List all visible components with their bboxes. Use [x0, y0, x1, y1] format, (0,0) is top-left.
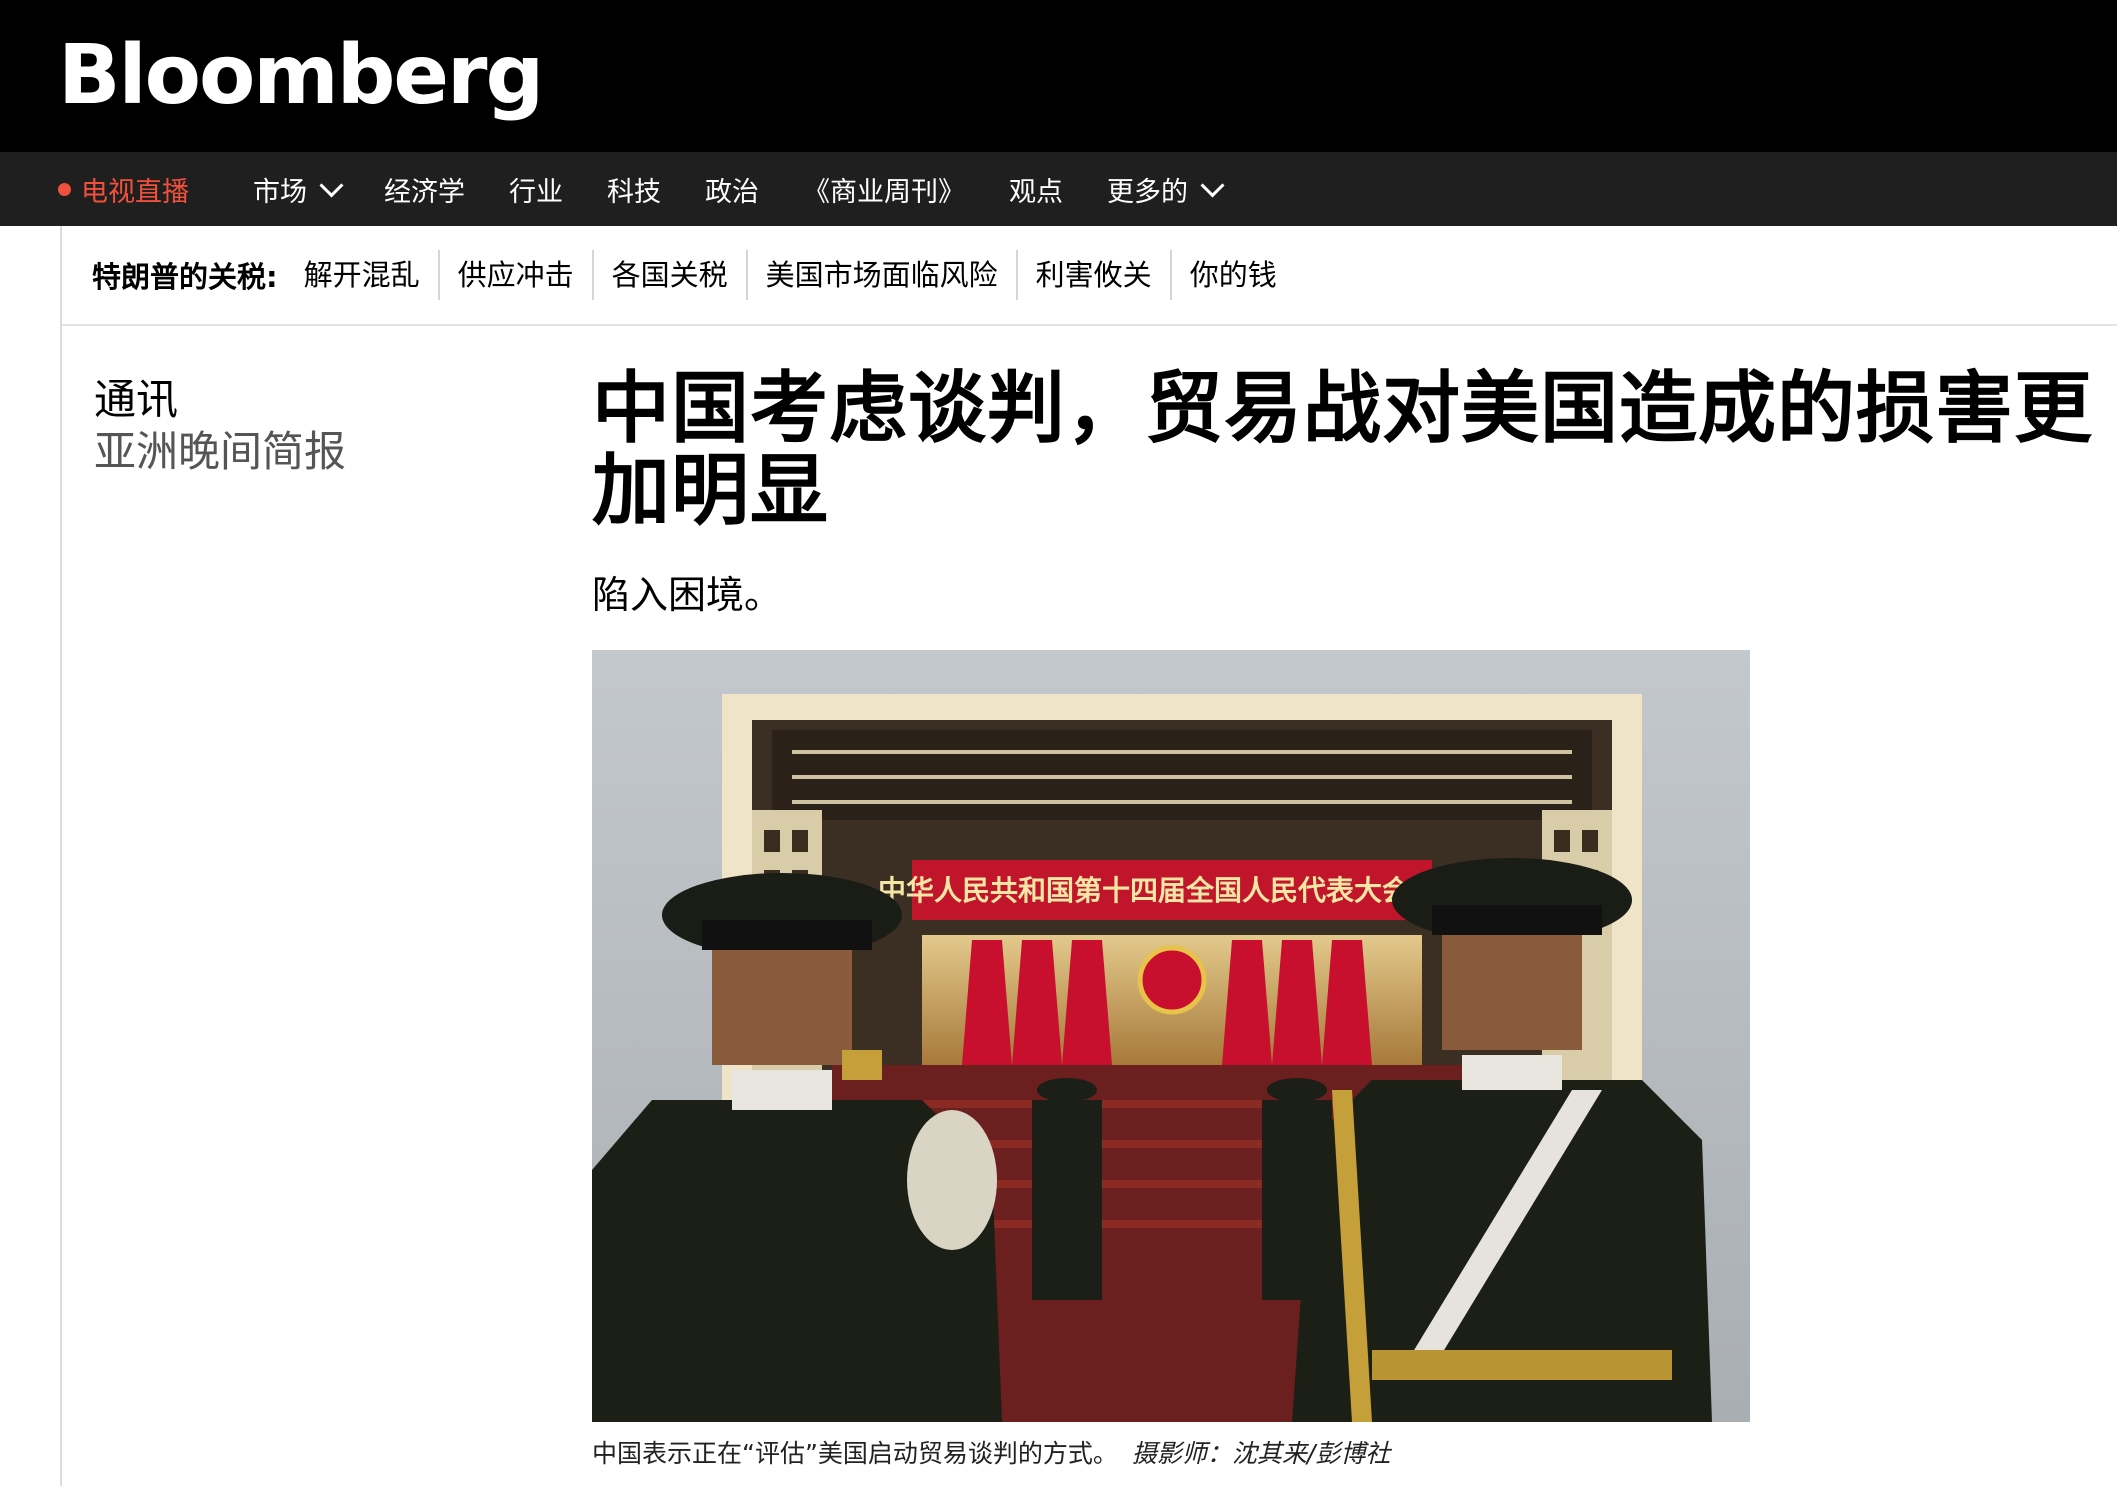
topic-link[interactable]: 解开混乱 [304, 250, 438, 300]
nav-item-label: 更多的 [1107, 176, 1188, 208]
chevron-down-icon [1200, 172, 1225, 198]
article-headline: 中国考虑谈判，贸易战对美国造成的损害更加明显 [592, 364, 2094, 536]
nav-item-businessweek[interactable]: 《商业周刊》 [803, 170, 965, 209]
nav-item-more[interactable]: 更多的 [1107, 170, 1225, 209]
bloomberg-logo[interactable]: Bloomberg [58, 26, 544, 126]
nav-item-label: 《商业周刊》 [803, 176, 965, 208]
article-dek: 陷入困境。 [592, 573, 783, 617]
nav-item-markets[interactable]: 市场 [253, 170, 344, 209]
topic-link[interactable]: 美国市场面临风险 [745, 250, 1016, 300]
lead-photo: 中华人民共和国第十四届全国人民代表大会第三 [592, 650, 1750, 1422]
nav-item-industries[interactable]: 行业 [509, 170, 563, 209]
topic-link[interactable]: 你的钱 [1169, 250, 1295, 300]
nav-item-politics[interactable]: 政治 [705, 170, 759, 209]
chevron-down-icon [319, 172, 344, 198]
photo-caption: 中国表示正在“评估”美国启动贸易谈判的方式。 摄影师：沈其来/彭博社 [592, 1434, 1390, 1470]
live-dot-icon [58, 182, 71, 196]
nav-item-label: 政治 [705, 176, 759, 208]
nav-item-label: 市场 [253, 176, 307, 208]
main-nav: 电视直播 市场 经济学 行业 科技 政治 《商业周刊》 观点 更多的 [0, 152, 2117, 226]
topic-link[interactable]: 各国关税 [591, 250, 746, 300]
photo-credit: 摄影师：沈其来/彭博社 [1131, 1439, 1391, 1468]
nav-item-label: 科技 [607, 176, 661, 208]
nav-item-label: 观点 [1009, 176, 1063, 208]
hall-photo-illustration: 中华人民共和国第十四届全国人民代表大会第三 [592, 650, 1750, 1422]
nav-live-label: 电视直播 [81, 176, 189, 208]
nav-item-tech[interactable]: 科技 [607, 170, 661, 209]
nav-item-label: 行业 [509, 176, 563, 208]
topic-bar: 特朗普的关税: 解开混乱 供应冲击 各国关税 美国市场面临风险 利害攸关 你的钱 [62, 226, 2117, 326]
nav-item-opinion[interactable]: 观点 [1009, 170, 1063, 209]
topic-link[interactable]: 供应冲击 [437, 250, 592, 300]
nav-item-label: 经济学 [384, 176, 465, 208]
topic-link[interactable]: 利害攸关 [1015, 250, 1170, 300]
nav-item-economics[interactable]: 经济学 [384, 170, 465, 209]
newsletter-label[interactable]: 亚洲晚间简报 [94, 418, 346, 479]
nav-live-tv[interactable]: 电视直播 [58, 170, 189, 209]
national-emblem-icon [1137, 945, 1207, 1015]
caption-text: 中国表示正在“评估”美国启动贸易谈判的方式。 [592, 1439, 1118, 1468]
masthead: Bloomberg [0, 0, 2117, 152]
hall-banner-text: 中华人民共和国第十四届全国人民代表大会第三 [878, 874, 1466, 907]
topic-heading: 特朗普的关税: [92, 260, 278, 294]
content-area: 特朗普的关税: 解开混乱 供应冲击 各国关税 美国市场面临风险 利害攸关 你的钱… [60, 226, 2117, 1486]
